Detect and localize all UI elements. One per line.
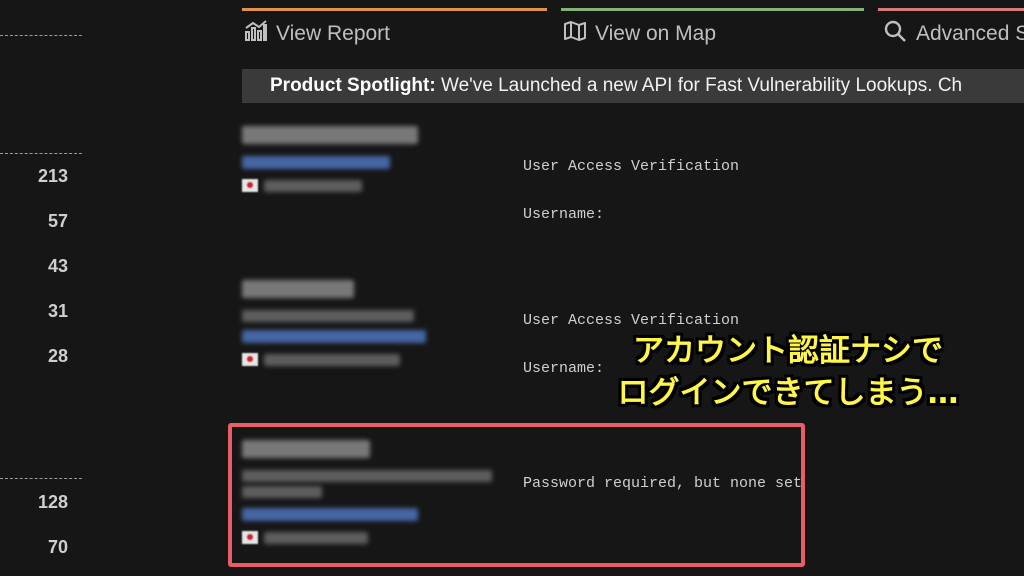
page: 213 57 43 31 28 128 70 View Report View … [0, 0, 1024, 576]
tab-accent-bar [561, 8, 864, 11]
result-item [242, 280, 522, 366]
facet-count[interactable]: 43 [48, 256, 68, 277]
divider [0, 478, 82, 479]
chart-icon [244, 20, 268, 48]
tab-label: View on Map [595, 22, 717, 45]
tab-accent-bar [242, 8, 547, 11]
redacted-hostname [242, 310, 414, 322]
divider [0, 153, 82, 154]
banner-text: We've Launched a new API for Fast Vulner… [435, 75, 963, 96]
tab-view-report[interactable]: View Report [242, 8, 547, 52]
redacted-ip-link[interactable] [242, 280, 354, 298]
tab-accent-bar [878, 8, 1024, 11]
facet-count[interactable]: 70 [48, 537, 68, 558]
divider [0, 35, 82, 36]
search-icon [884, 20, 908, 48]
product-spotlight-banner[interactable]: Product Spotlight: We've Launched a new … [242, 69, 1024, 103]
annotation-caption: アカウント認証ナシで ログインできてしまう… [588, 330, 988, 414]
tab-label: Advanced S [916, 22, 1024, 45]
service-banner-line: User Access Verification [523, 158, 740, 175]
redacted-location [264, 353, 400, 366]
tab-label: View Report [276, 22, 391, 45]
facet-count[interactable]: 213 [38, 166, 68, 187]
highlight-box [228, 423, 805, 567]
banner-heading: Product Spotlight: [270, 75, 436, 96]
service-banner-line: User Access Verification [523, 312, 740, 329]
redacted-location [264, 179, 362, 192]
facet-count[interactable]: 128 [38, 492, 68, 513]
facet-count[interactable]: 31 [48, 301, 68, 322]
redacted-hostname[interactable] [242, 156, 390, 169]
annotation-line: ログインできてしまう… [617, 375, 959, 411]
map-icon [563, 20, 587, 48]
tab-view-on-map[interactable]: View on Map [561, 8, 864, 52]
facet-count[interactable]: 28 [48, 346, 68, 367]
facet-count[interactable]: 57 [48, 211, 68, 232]
japan-flag-icon [242, 179, 258, 192]
service-banner-line: Username: [523, 206, 605, 223]
tab-advanced-search[interactable]: Advanced S [878, 8, 1024, 52]
japan-flag-icon [242, 353, 258, 366]
facet-sidebar: 213 57 43 31 28 128 70 [0, 0, 90, 576]
result-item [242, 126, 522, 192]
redacted-organization[interactable] [242, 330, 426, 343]
redacted-ip-link[interactable] [242, 126, 418, 144]
annotation-line: アカウント認証ナシで [633, 333, 943, 369]
